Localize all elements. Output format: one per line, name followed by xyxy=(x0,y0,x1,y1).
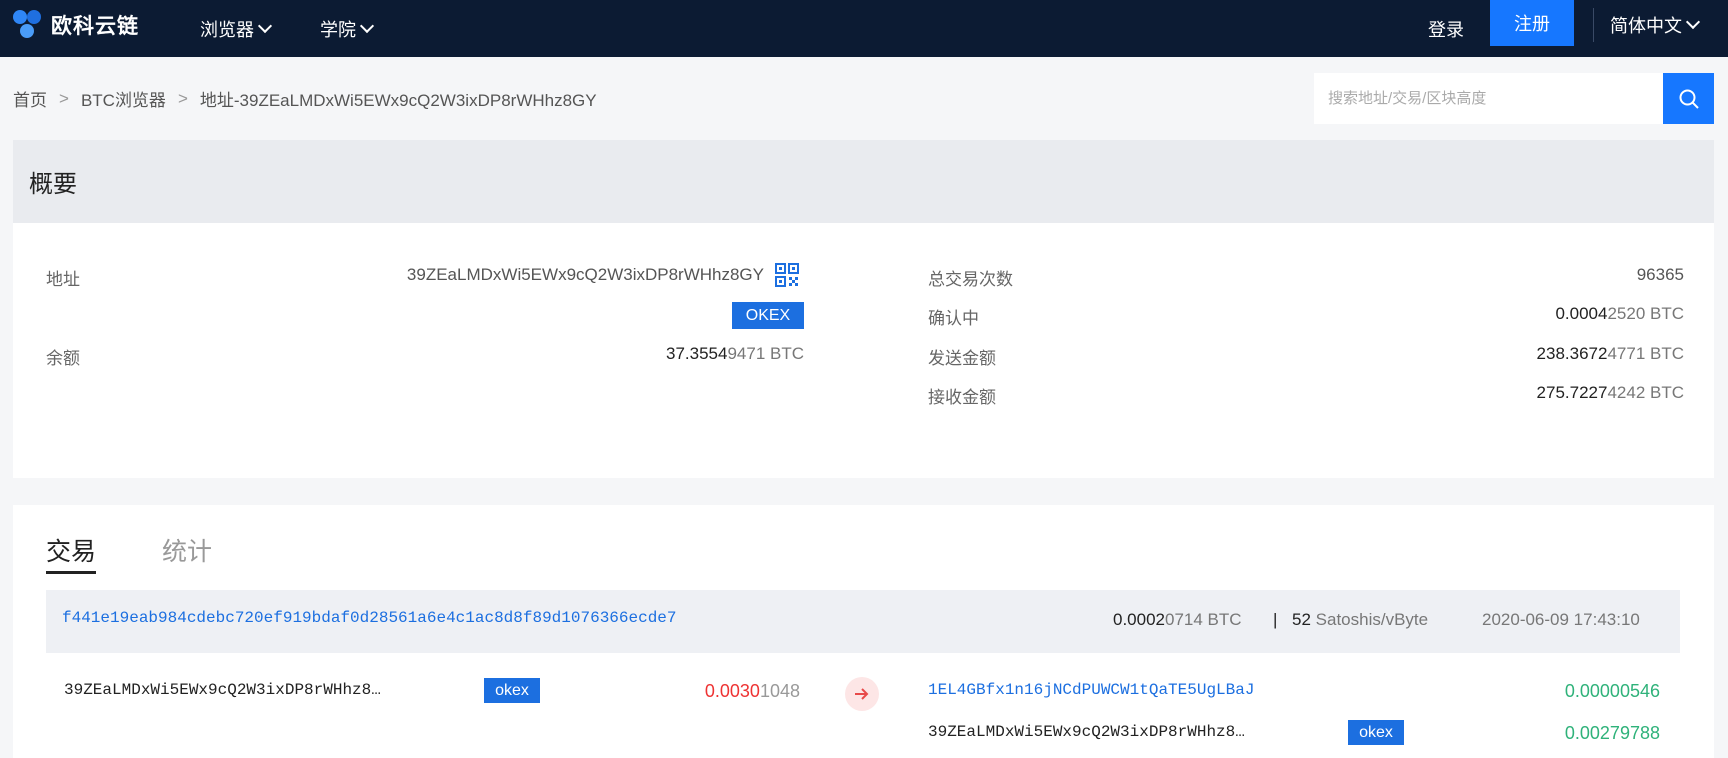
pending-rest: 2520 BTC xyxy=(1607,304,1684,323)
received-value: 275.72274242 BTC xyxy=(1380,383,1684,403)
pending-main: 0.0004 xyxy=(1555,304,1608,323)
chevron-down-icon xyxy=(359,18,375,33)
chevron-down-icon xyxy=(257,18,273,33)
received-main: 275.7227 xyxy=(1536,383,1608,402)
search-box xyxy=(1314,73,1714,124)
tx-meta-separator: | xyxy=(1273,610,1278,629)
balance-main: 37.3554 xyxy=(666,344,728,363)
tx-fee-rate: 52 Satoshis/vByte xyxy=(1292,610,1428,630)
brand-logo-link[interactable]: 欧科云链 xyxy=(13,10,139,40)
qr-code-icon[interactable] xyxy=(775,263,799,287)
tx-rate-rest: Satoshis/vByte xyxy=(1315,610,1429,629)
breadcrumb-separator: > xyxy=(59,88,69,108)
tx-hash-link[interactable]: f441e19eab984cdebc720ef919bdaf0d28561a6e… xyxy=(62,609,677,627)
nav-academy-label: 学院 xyxy=(320,19,356,40)
nav-browser-label: 浏览器 xyxy=(200,19,254,40)
balance-value: 37.35549471 BTC xyxy=(500,344,804,364)
nav-academy-menu[interactable]: 学院 xyxy=(320,0,375,57)
arrow-right-icon xyxy=(845,677,879,711)
breadcrumb-home[interactable]: 首页 xyxy=(13,86,47,111)
tx-input-address[interactable]: 39ZEaLMDxWi5EWx9cQ2W3ixDP8rWHhz8… xyxy=(64,681,381,699)
active-tab-indicator xyxy=(46,571,96,574)
tx-fee-main: 0.0002 xyxy=(1113,610,1165,629)
total-tx-label: 总交易次数 xyxy=(928,270,1013,289)
tx-output-amount: 0.00279788 xyxy=(1564,723,1660,743)
tx-rate-main: 52 xyxy=(1292,610,1311,629)
total-tx-value: 96365 xyxy=(1636,265,1684,284)
sent-value: 238.36724771 BTC xyxy=(1380,344,1684,364)
brand-name: 欧科云链 xyxy=(51,15,139,38)
tx-output-address[interactable]: 1EL4GBfx1n16jNCdPUWCW1tQaTE5UgLBaJ xyxy=(928,681,1254,699)
nav-divider xyxy=(1593,8,1594,42)
received-rest: 4242 BTC xyxy=(1607,383,1684,402)
tx-timestamp: 2020-06-09 17:43:10 xyxy=(1482,610,1640,629)
breadcrumb-separator: > xyxy=(177,88,188,108)
balance-label: 余额 xyxy=(46,349,80,368)
nav-browser-menu[interactable]: 浏览器 xyxy=(200,0,273,57)
received-label: 接收金额 xyxy=(928,388,996,407)
breadcrumb: 首页 > BTC浏览器 > 地址-39ZEaLMDxWi5EWx9cQ2W3ix… xyxy=(13,86,597,111)
tx-output-address[interactable]: 39ZEaLMDxWi5EWx9cQ2W3ixDP8rWHhz8… xyxy=(928,723,1245,741)
search-icon xyxy=(1679,89,1699,109)
tx-input-amount-rest: 1048 xyxy=(759,681,800,701)
sent-label: 发送金额 xyxy=(928,349,996,368)
tab-stats[interactable]: 统计 xyxy=(162,532,212,568)
chevron-down-icon xyxy=(1685,14,1701,30)
summary-header: 概要 xyxy=(13,140,1714,223)
pending-value: 0.00042520 BTC xyxy=(1380,304,1684,324)
tx-fee: 0.00020714 BTC xyxy=(1113,610,1242,630)
language-selector[interactable]: 简体中文 xyxy=(1610,0,1701,50)
login-link[interactable]: 登录 xyxy=(1428,0,1464,57)
brand-logo-icon xyxy=(13,10,43,40)
sent-main: 238.3672 xyxy=(1536,344,1608,363)
tx-fee-rest: 0714 BTC xyxy=(1165,610,1242,629)
balance-rest: 9471 BTC xyxy=(727,344,804,363)
tab-transactions[interactable]: 交易 xyxy=(46,532,96,568)
tx-input-amount: 0.00301048 xyxy=(600,681,800,702)
search-input[interactable] xyxy=(1314,73,1663,124)
register-button[interactable]: 注册 xyxy=(1490,0,1574,46)
pending-label: 确认中 xyxy=(928,309,979,328)
tx-input-tag: okex xyxy=(484,678,540,703)
address-label: 地址 xyxy=(46,270,80,289)
top-nav-bar: 欧科云链 浏览器 学院 登录 注册 简体中文 xyxy=(0,0,1728,57)
tx-output-amount: 0.00000546 xyxy=(1564,681,1660,701)
address-value[interactable]: 39ZEaLMDxWi5EWx9cQ2W3ixDP8rWHhz8GY xyxy=(300,265,764,285)
tx-output-tag: okex xyxy=(1348,720,1404,745)
language-label: 简体中文 xyxy=(1610,16,1682,36)
sent-rest: 4771 BTC xyxy=(1607,344,1684,363)
search-button[interactable] xyxy=(1663,73,1714,124)
breadcrumb-explorer[interactable]: BTC浏览器 xyxy=(81,86,166,111)
breadcrumb-current: 地址-39ZEaLMDxWi5EWx9cQ2W3ixDP8rWHhz8GY xyxy=(199,91,597,110)
tx-input-amount-main: 0.0030 xyxy=(704,681,760,701)
address-tag-badge: OKEX xyxy=(732,302,804,329)
summary-title: 概要 xyxy=(29,171,77,198)
